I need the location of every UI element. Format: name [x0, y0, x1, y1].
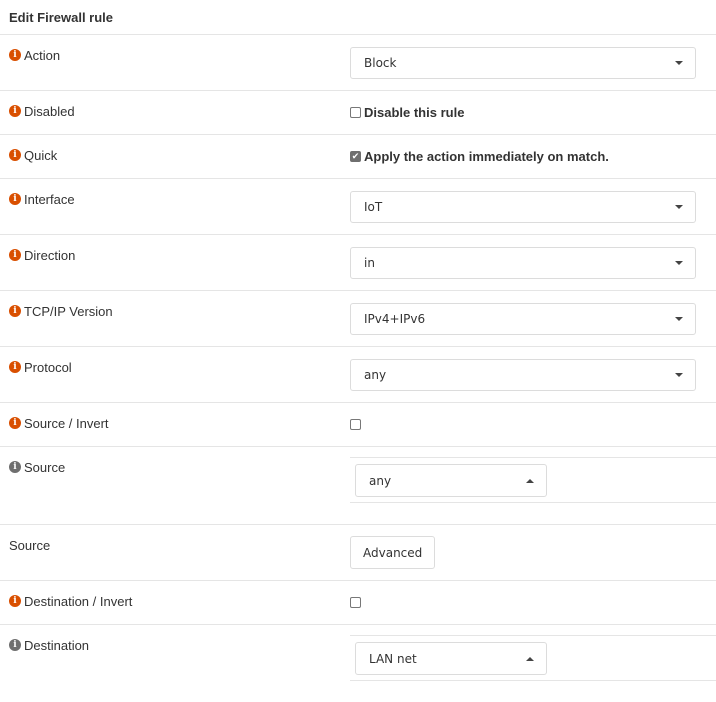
caret-down-icon — [675, 316, 683, 321]
ip-version-select[interactable]: IPv4+IPv6 — [350, 302, 696, 335]
divider — [350, 680, 716, 681]
destination-select[interactable]: LAN net — [355, 642, 547, 675]
label-source-invert: i Source / Invert — [0, 403, 341, 446]
info-icon[interactable]: i — [9, 149, 21, 161]
row-protocol: i Protocol any — [0, 347, 716, 403]
protocol-select[interactable]: any — [350, 358, 696, 391]
divider — [350, 502, 716, 503]
form-header: Edit Firewall rule — [0, 0, 716, 35]
source-advanced-button[interactable]: Advanced — [350, 536, 436, 569]
select-value: any — [364, 367, 387, 382]
row-action: i Action Block — [0, 35, 716, 91]
caret-down-icon — [675, 372, 683, 377]
label-ip-version: i TCP/IP Version — [0, 291, 341, 346]
edit-firewall-rule-form: Edit Firewall rule i Action Block i Disa… — [0, 0, 716, 702]
info-icon[interactable]: i — [9, 49, 21, 61]
info-icon[interactable]: i — [9, 595, 21, 607]
row-direction: i Direction in — [0, 235, 716, 291]
row-destination-invert: i Destination / Invert — [0, 581, 716, 625]
label-text: Destination — [24, 638, 90, 653]
select-value: Block — [364, 55, 397, 70]
row-quick: i Quick ✔ Apply the action immediately o… — [0, 135, 716, 179]
row-source-advanced: Source Advanced — [0, 525, 716, 581]
select-value: any — [369, 473, 392, 488]
label-protocol: i Protocol — [0, 347, 341, 402]
divider — [350, 635, 716, 636]
label-quick: i Quick — [0, 135, 341, 178]
row-destination: i Destination LAN net — [0, 625, 716, 702]
label-text: Action — [24, 48, 61, 63]
form-title: Edit Firewall rule — [9, 9, 114, 25]
info-icon[interactable]: i — [9, 461, 21, 473]
direction-select[interactable]: in — [350, 246, 696, 279]
info-icon[interactable]: i — [9, 305, 21, 317]
caret-down-icon — [675, 204, 683, 209]
row-source-invert: i Source / Invert — [0, 403, 716, 447]
label-destination: i Destination — [0, 625, 341, 702]
select-value: IPv4+IPv6 — [364, 311, 426, 326]
row-source: i Source any — [0, 447, 716, 525]
caret-up-icon — [526, 478, 534, 483]
label-destination-invert: i Destination / Invert — [0, 581, 341, 624]
label-text: Disabled — [24, 104, 75, 119]
checkmark-icon: ✔ — [351, 151, 360, 161]
select-value: LAN net — [369, 651, 417, 666]
label-text: Interface — [24, 192, 75, 207]
info-icon[interactable]: i — [9, 417, 21, 429]
row-interface: i Interface IoT — [0, 179, 716, 235]
checkbox-label[interactable]: Disable this rule — [364, 105, 464, 120]
select-value: in — [364, 255, 375, 270]
info-icon[interactable]: i — [9, 249, 21, 261]
label-text: Source — [9, 538, 51, 553]
source-nested-table: any — [341, 447, 716, 524]
caret-down-icon — [675, 260, 683, 265]
label-text: Direction — [24, 248, 76, 263]
info-icon[interactable]: i — [9, 639, 21, 651]
checkbox-label[interactable]: Apply the action immediately on match. — [364, 149, 609, 164]
interface-select[interactable]: IoT — [350, 190, 696, 223]
label-source-advanced: Source — [0, 525, 341, 580]
label-source: i Source — [0, 447, 341, 524]
info-icon[interactable]: i — [9, 361, 21, 373]
select-value: IoT — [364, 199, 383, 214]
destination-nested-table: LAN net — [341, 625, 716, 702]
info-icon[interactable]: i — [9, 105, 21, 117]
disable-rule-checkbox[interactable] — [350, 107, 361, 118]
label-text: Source — [24, 460, 66, 475]
caret-down-icon — [675, 60, 683, 65]
source-select[interactable]: any — [355, 464, 547, 497]
label-interface: i Interface — [0, 179, 341, 234]
destination-invert-checkbox[interactable] — [350, 597, 361, 608]
label-text: Protocol — [24, 360, 72, 375]
caret-up-icon — [526, 656, 534, 661]
row-disabled: i Disabled Disable this rule — [0, 91, 716, 135]
divider — [350, 457, 716, 458]
label-direction: i Direction — [0, 235, 341, 290]
info-icon[interactable]: i — [9, 193, 21, 205]
source-invert-checkbox[interactable] — [350, 419, 361, 430]
label-text: Source / Invert — [24, 416, 109, 431]
action-select[interactable]: Block — [350, 46, 696, 79]
quick-checkbox[interactable]: ✔ — [350, 151, 361, 162]
row-ip-version: i TCP/IP Version IPv4+IPv6 — [0, 291, 716, 347]
label-disabled: i Disabled — [0, 91, 341, 134]
label-text: Quick — [24, 148, 58, 163]
label-text: Destination / Invert — [24, 594, 133, 609]
label-text: TCP/IP Version — [24, 304, 113, 319]
label-action: i Action — [0, 35, 341, 90]
